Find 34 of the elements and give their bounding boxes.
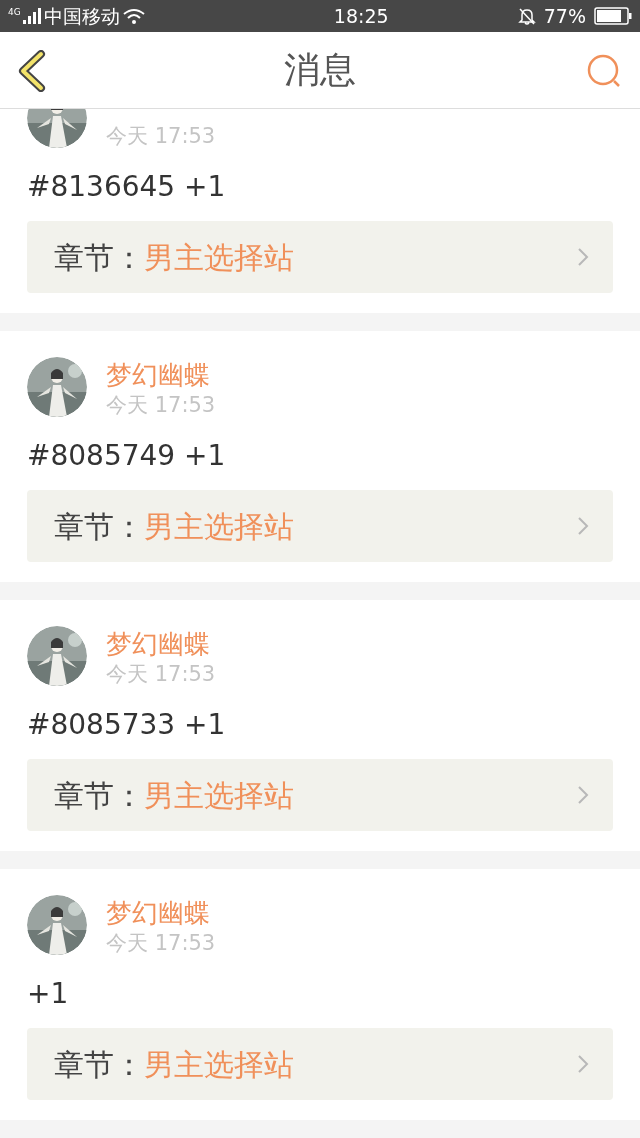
message-text: #8085733 +1 — [27, 707, 227, 743]
chapter-link[interactable]: 章节：男主选择站 — [27, 490, 613, 562]
page-title: 消息 — [284, 48, 356, 92]
chapter-name: 男主选择站 — [144, 776, 294, 815]
message-time: 今天 17:53 — [106, 123, 216, 150]
chapter-label: 章节： — [54, 776, 144, 815]
chapter-link[interactable]: 章节：男主选择站 — [27, 1028, 613, 1100]
message-time: 今天 17:53 — [106, 930, 216, 957]
signal-icon — [22, 8, 41, 24]
message-time: 今天 17:53 — [106, 661, 216, 688]
battery-icon — [594, 7, 632, 25]
chapter-label: 章节： — [54, 507, 144, 546]
chapter-label: 章节： — [54, 238, 144, 277]
message-text: #8136645 +1 — [27, 169, 227, 205]
chapter-name: 男主选择站 — [144, 507, 294, 546]
chevron-right-icon — [577, 247, 589, 267]
chapter-name: 男主选择站 — [144, 238, 294, 277]
chevron-right-icon — [577, 785, 589, 805]
clock-time: 18:25 — [333, 3, 389, 29]
chapter-label: 章节： — [54, 1045, 144, 1084]
chapter-link[interactable]: 章节：男主选择站 — [27, 759, 613, 831]
back-icon[interactable] — [17, 50, 47, 92]
message-time: 今天 17:53 — [106, 392, 216, 419]
wifi-icon — [122, 8, 145, 24]
carrier-name: 中国移动 — [43, 3, 120, 29]
chevron-right-icon — [577, 1054, 589, 1074]
message-text: #8085749 +1 — [27, 438, 227, 474]
chevron-right-icon — [577, 516, 589, 536]
network-type: 4G — [8, 8, 21, 17]
chapter-link[interactable]: 章节：男主选择站 — [27, 221, 613, 293]
battery-percent: 77% — [543, 3, 586, 29]
message-text: +1 — [27, 976, 70, 1012]
chapter-name: 男主选择站 — [144, 1045, 294, 1084]
muted-bell-icon — [517, 7, 536, 25]
